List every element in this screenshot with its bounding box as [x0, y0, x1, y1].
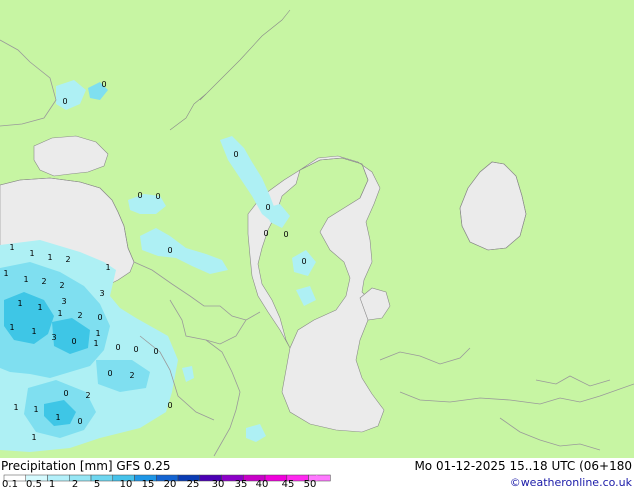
- precip-value-label: 1: [95, 329, 100, 338]
- precip-value-label: 0: [233, 150, 238, 159]
- credit-link[interactable]: ©weatheronline.co.uk: [510, 476, 632, 490]
- precip-value-label: 1: [57, 309, 62, 318]
- legend-tick-label: 10: [119, 479, 133, 490]
- legend-tick-label: 50: [303, 479, 317, 490]
- precip-value-label: 2: [41, 277, 46, 286]
- precip-value-label: 0: [63, 389, 68, 398]
- legend-tick-label: 45: [281, 479, 295, 490]
- precip-value-label: 0: [115, 343, 120, 352]
- precip-value-label: 2: [65, 255, 70, 264]
- precip-value-label: 0: [77, 417, 82, 426]
- legend-tick-label: 0.5: [26, 479, 42, 490]
- legend-tick-label: 30: [211, 479, 225, 490]
- precip-value-label: 3: [61, 297, 66, 306]
- legend-tick-label: 15: [141, 479, 155, 490]
- precip-value-label: 2: [77, 311, 82, 320]
- precip-value-label: 0: [153, 347, 158, 356]
- precip-value-label: 2: [59, 281, 64, 290]
- legend-tick-label: 1: [48, 479, 56, 490]
- legend-tick-label: 40: [255, 479, 269, 490]
- precip-value-label: 0: [301, 257, 306, 266]
- precip-value-label: 1: [93, 339, 98, 348]
- legend-tick-label: 20: [163, 479, 177, 490]
- precip-value-label: 0: [283, 230, 288, 239]
- precip-value-label: 1: [29, 249, 34, 258]
- precip-value-label: 0: [137, 191, 142, 200]
- legend-tick-label: 0.1: [2, 479, 18, 490]
- precip-value-label: 0: [71, 337, 76, 346]
- precip-value-label: 0: [107, 369, 112, 378]
- map-title: Precipitation [mm] GFS 0.25: [1, 459, 171, 473]
- precip-value-label: 2: [85, 391, 90, 400]
- precip-value-label: 3: [99, 289, 104, 298]
- legend-tick-label: 35: [234, 479, 248, 490]
- precip-value-label: 1: [33, 405, 38, 414]
- precip-value-label: 1: [55, 413, 60, 422]
- precip-value-label: 1: [3, 269, 8, 278]
- timestamp: Mo 01-12-2025 15..18 UTC (06+180: [414, 459, 632, 473]
- precip-value-label: 1: [47, 253, 52, 262]
- precip-value-label: 0: [101, 80, 106, 89]
- precip-value-label: 0: [97, 313, 102, 322]
- precip-value-label: 0: [167, 246, 172, 255]
- precip-value-label: 0: [265, 203, 270, 212]
- precip-value-label: 0: [155, 192, 160, 201]
- precip-value-label: 1: [13, 403, 18, 412]
- precip-value-label: 1: [31, 327, 36, 336]
- footer: Precipitation [mm] GFS 0.25 Mo 01-12-202…: [0, 458, 634, 490]
- precip-value-label: 1: [9, 243, 14, 252]
- precipitation-map: 0000 000 00011 1111 222331 11 2 01 1 13 0 1 0 0 02001 1…: [0, 0, 634, 458]
- precip-value-label: 3: [51, 333, 56, 342]
- precip-value-label: 1: [105, 263, 110, 272]
- precip-value-label: 1: [37, 303, 42, 312]
- precip-value-label: 2: [129, 371, 134, 380]
- precip-value-label: 1: [17, 299, 22, 308]
- legend-tick-label: 25: [186, 479, 200, 490]
- precip-value-label: 0: [263, 229, 268, 238]
- legend-tick-label: 2: [71, 479, 79, 490]
- precip-value-label: 0: [62, 97, 67, 106]
- precip-value-label: 1: [31, 433, 36, 442]
- precip-value-label: 0: [167, 401, 172, 410]
- precip-value-label: 0: [133, 345, 138, 354]
- precip-value-label: 1: [23, 275, 28, 284]
- legend-tick-label: 5: [93, 479, 101, 490]
- precip-value-label: 1: [9, 323, 14, 332]
